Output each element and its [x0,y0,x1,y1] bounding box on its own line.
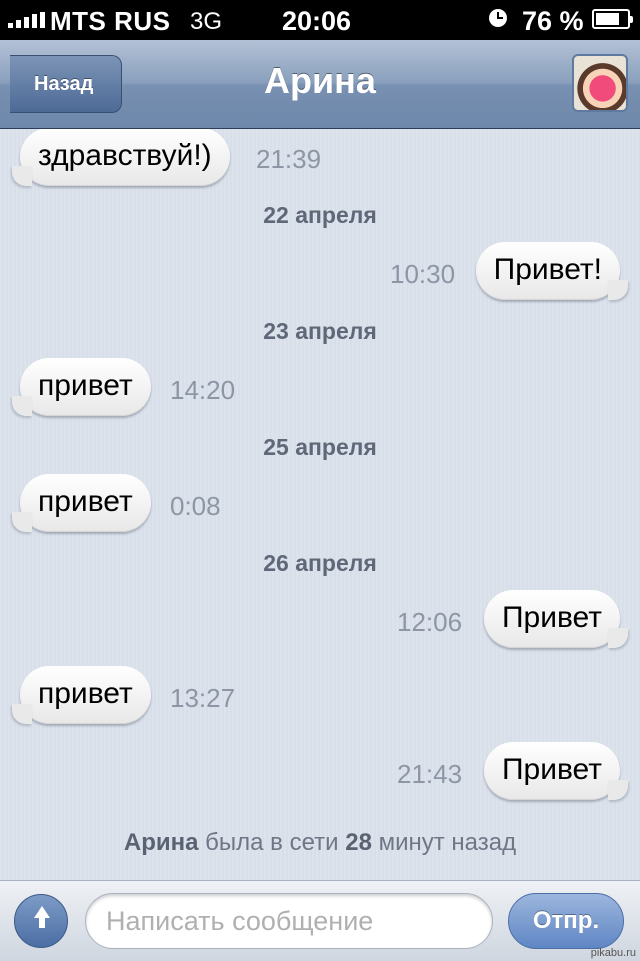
arrow-up-icon [34,906,50,928]
message-text: Привет! [493,253,602,286]
message-bubble-outgoing[interactable]: Привет [483,590,629,648]
last-seen-status: Арина была в сети 28 минут назад [0,829,640,857]
message-time: 0:08 [170,491,221,521]
message-bubble-incoming[interactable]: привет [12,666,151,724]
carrier-name: MTS RUS [50,6,171,36]
page-title: Арина [264,60,376,101]
rotation-lock-icon [489,9,507,27]
date-separator: 23 апреля [263,318,377,344]
last-seen-name: Арина [123,829,199,856]
send-button[interactable]: Отпр. [508,893,624,949]
message-text: привет [38,369,133,402]
date-separator: 25 апреля [263,434,377,460]
message-time: 14:20 [170,375,236,405]
message-time: 21:43 [397,759,463,789]
message-text: здравствуй!) [38,139,212,172]
avatar[interactable] [572,54,628,112]
message-text: привет [38,485,133,518]
message-bubble-outgoing[interactable]: Привет [483,742,629,800]
last-seen-minutes: 28 [345,829,372,856]
network-type: 3G [190,8,223,35]
message-time: 21:39 [256,144,322,174]
input-bar: Отпр. pikabu.ru [0,880,640,961]
message-bubble-outgoing[interactable]: Привет! [475,242,629,300]
conversation-view[interactable]: здравствуй!) 21:39 22 апреля 10:30 Приве… [0,129,640,880]
status-time: 20:06 [282,6,352,36]
watermark: pikabu.ru [590,947,636,959]
message-time: 13:27 [170,683,236,713]
message-text: привет [38,677,133,710]
back-button[interactable]: Назад [10,55,122,113]
message-text: Привет [501,753,602,786]
date-separator: 26 апреля [263,550,377,576]
message-bubble-incoming[interactable]: здравствуй!) [12,129,230,186]
status-bar: MTS RUS 3G 20:06 76 % [0,0,640,40]
message-bubble-incoming[interactable]: привет [12,358,151,416]
attach-button[interactable] [14,894,68,948]
message-bubble-incoming[interactable]: привет [12,474,151,532]
message-text: Привет [501,601,602,634]
battery-fill [596,13,619,25]
battery-percent: 76 % [522,6,584,36]
message-input[interactable] [85,893,493,949]
message-time: 10:30 [390,259,456,289]
battery-icon [592,9,633,29]
nav-bar: Назад Арина [0,40,640,129]
last-seen-text: была в сети [205,829,339,856]
back-button-label: Назад [34,73,94,95]
signal-bars-icon [8,12,45,28]
last-seen-text: минут назад [378,829,517,856]
date-separator: 22 апреля [263,202,377,228]
message-time: 12:06 [397,607,463,637]
